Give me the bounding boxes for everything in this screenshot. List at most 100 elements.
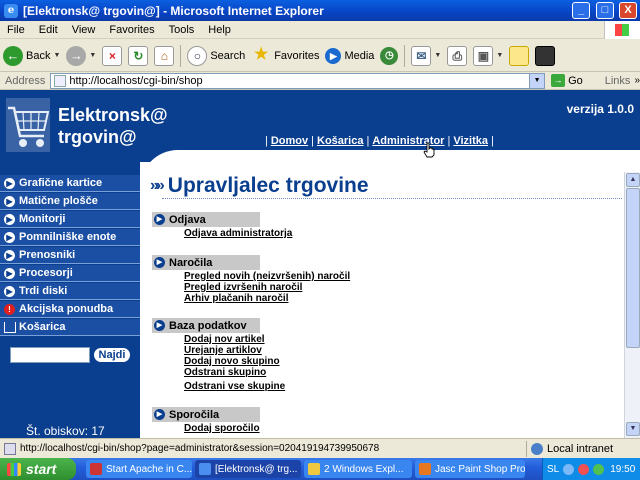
- menu-edit[interactable]: Edit: [32, 24, 65, 36]
- page-viewport: Elektronsk@ trgovin@ verzija 1.0.0 | Domo…: [0, 90, 640, 438]
- messenger-button[interactable]: [532, 42, 558, 70]
- sidebar-item-monitorji[interactable]: ▶ Monitorji: [0, 211, 140, 228]
- windows-logo-icon: [7, 462, 21, 476]
- menu-view[interactable]: View: [65, 24, 103, 36]
- address-label: Address: [5, 74, 46, 87]
- back-button[interactable]: ← Back ▼: [0, 42, 63, 70]
- sidebar-item-akcijska-ponudba[interactable]: ! Akcijska ponudba: [0, 301, 140, 318]
- section-header-baza-podatkov: ▶ Baza podatkov: [152, 318, 260, 333]
- product-search-input[interactable]: [10, 347, 90, 363]
- version-label: verzija 1.0.0: [566, 102, 634, 116]
- sidebar-item-kosarica[interactable]: Košarica: [0, 319, 140, 336]
- address-input[interactable]: http://localhost/cgi-bin/shop ▼: [50, 72, 546, 89]
- start-button[interactable]: start: [0, 458, 76, 480]
- discuss-button[interactable]: [506, 42, 532, 70]
- nav-vizitka[interactable]: Vizitka: [453, 135, 488, 147]
- sidebar-item-trdi-diski[interactable]: ▶ Trdi diski: [0, 283, 140, 300]
- link-odstrani-vse-skupine[interactable]: Odstrani vse skupine: [184, 381, 285, 392]
- browser-window: e [Elektronsk@ trgovin@] - Microsoft Int…: [0, 0, 640, 480]
- arrow-bullet-icon: ▶: [4, 267, 15, 279]
- link-urejanje-artiklov[interactable]: Urejanje artiklov: [184, 345, 262, 356]
- task-ie[interactable]: [Elektronsk@ trg...: [195, 460, 301, 478]
- menu-favorites[interactable]: Favorites: [102, 24, 161, 36]
- language-indicator[interactable]: SL: [547, 464, 559, 475]
- link-pregled-novih-narocil[interactable]: Pregled novih (neizvršenih) naročil: [184, 271, 350, 282]
- window-title: [Elektronsk@ trgovin@] - Microsoft Inter…: [23, 3, 324, 18]
- logo-line-2: trgovin@: [58, 127, 137, 147]
- stop-button[interactable]: ×: [99, 42, 125, 70]
- search-submit-button[interactable]: Najdi: [93, 347, 131, 363]
- link-odstrani-skupino[interactable]: Odstrani skupino: [184, 367, 266, 378]
- chevron-down-icon: ▼: [434, 52, 442, 59]
- menu-help[interactable]: Help: [201, 24, 238, 36]
- toolbar-separator: [180, 44, 182, 67]
- tray-app-icon[interactable]: [578, 463, 590, 475]
- media-button[interactable]: ▶ Media: [322, 42, 377, 70]
- search-icon: ○: [187, 45, 208, 66]
- edit-button[interactable]: ▣ ▼: [470, 42, 506, 70]
- sidebar-item-graficne-kartice[interactable]: ▶ Grafične kartice: [0, 175, 140, 192]
- task-paint-shop[interactable]: Jasc Paint Shop Pro: [415, 460, 525, 478]
- maximize-button[interactable]: □: [596, 2, 614, 19]
- sidebar-item-prenosniki[interactable]: ▶ Prenosniki: [0, 247, 140, 264]
- tray-status-icon[interactable]: [593, 463, 605, 475]
- visit-counter: Št. obiskov: 17: [26, 424, 105, 438]
- forward-button[interactable]: → ▼: [63, 42, 99, 70]
- history-icon: ◷: [380, 46, 399, 65]
- print-button[interactable]: ⎙: [444, 42, 470, 70]
- chevron-down-icon: ▼: [496, 52, 504, 59]
- task-explorer[interactable]: 2 Windows Expl...: [304, 460, 412, 478]
- task-apache[interactable]: Start Apache in C...: [86, 460, 192, 478]
- go-button[interactable]: → Go: [551, 74, 583, 87]
- paint-icon: [419, 463, 431, 475]
- link-dodaj-nov-artikel[interactable]: Dodaj nov artikel: [184, 334, 265, 345]
- link-pregled-izvrsenih-narocil[interactable]: Pregled izvršenih naročil: [184, 282, 302, 293]
- section-header-odjava: ▶ Odjava: [152, 212, 260, 227]
- toolbar: ← Back ▼ → ▼ × ↻ ⌂ ○ Search ★ Favorites …: [0, 40, 640, 72]
- address-dropdown-button[interactable]: ▼: [529, 73, 545, 88]
- link-arhiv-placanih-narocil[interactable]: Arhiv plačanih naročil: [184, 293, 288, 304]
- top-navigation: | Domov | Košarica | Administrator | Vizitka |: [265, 135, 494, 147]
- mail-icon: ✉: [411, 45, 432, 66]
- nav-kosarica[interactable]: Košarica: [317, 135, 363, 147]
- page-title: »» Upravljalec trgovine: [150, 174, 369, 198]
- sidebar-item-maticne-plosce[interactable]: ▶ Matične plošče: [0, 193, 140, 210]
- menu-tools[interactable]: Tools: [162, 24, 202, 36]
- menu-file[interactable]: File: [0, 24, 32, 36]
- link-dodaj-novo-skupino[interactable]: Dodaj novo skupino: [184, 356, 280, 367]
- logo-line-1: Elektronsk@: [58, 105, 168, 125]
- sidebar-item-pomnilniske-enote[interactable]: ▶ Pomnilniške enote: [0, 229, 140, 246]
- search-button[interactable]: ○ Search: [184, 42, 248, 70]
- sidebar-item-procesorji[interactable]: ▶ Procesorji: [0, 265, 140, 282]
- scroll-down-button[interactable]: ▼: [626, 422, 640, 436]
- go-arrow-icon: →: [551, 74, 566, 87]
- scroll-thumb[interactable]: [626, 188, 640, 348]
- stop-icon: ×: [102, 45, 123, 66]
- chevron-down-icon: ▼: [89, 52, 97, 59]
- refresh-button[interactable]: ↻: [125, 42, 151, 70]
- double-chevron-icon: »»: [150, 177, 165, 194]
- scroll-up-button[interactable]: ▲: [626, 173, 640, 187]
- start-label: start: [26, 461, 57, 477]
- section-header-narocila: ▶ Naročila: [152, 255, 260, 270]
- links-button[interactable]: Links: [605, 75, 631, 87]
- mail-button[interactable]: ✉ ▼: [408, 42, 444, 70]
- forward-arrow-icon: →: [66, 45, 87, 66]
- toolbar-separator: [404, 44, 406, 67]
- vertical-scrollbar[interactable]: ▲ ▼: [624, 172, 640, 438]
- close-button[interactable]: X: [619, 2, 637, 19]
- history-button[interactable]: ◷: [377, 42, 401, 70]
- chevron-right-icon[interactable]: »: [634, 75, 640, 86]
- link-dodaj-sporocilo[interactable]: Dodaj sporočilo: [184, 423, 260, 434]
- favorites-label: Favorites: [274, 49, 320, 62]
- tray-network-icon[interactable]: [563, 463, 575, 475]
- link-odjava-administratorja[interactable]: Odjava administratorja: [184, 228, 292, 239]
- nav-domov[interactable]: Domov: [271, 135, 308, 147]
- arrow-bullet-icon: ▶: [154, 320, 165, 331]
- favorites-button[interactable]: ★ Favorites: [248, 42, 322, 70]
- minimize-button[interactable]: _: [572, 2, 590, 19]
- address-value[interactable]: http://localhost/cgi-bin/shop: [69, 75, 202, 87]
- site-logo-text[interactable]: Elektronsk@ trgovin@: [58, 104, 168, 148]
- page-icon: [4, 442, 16, 455]
- home-button[interactable]: ⌂: [151, 42, 177, 70]
